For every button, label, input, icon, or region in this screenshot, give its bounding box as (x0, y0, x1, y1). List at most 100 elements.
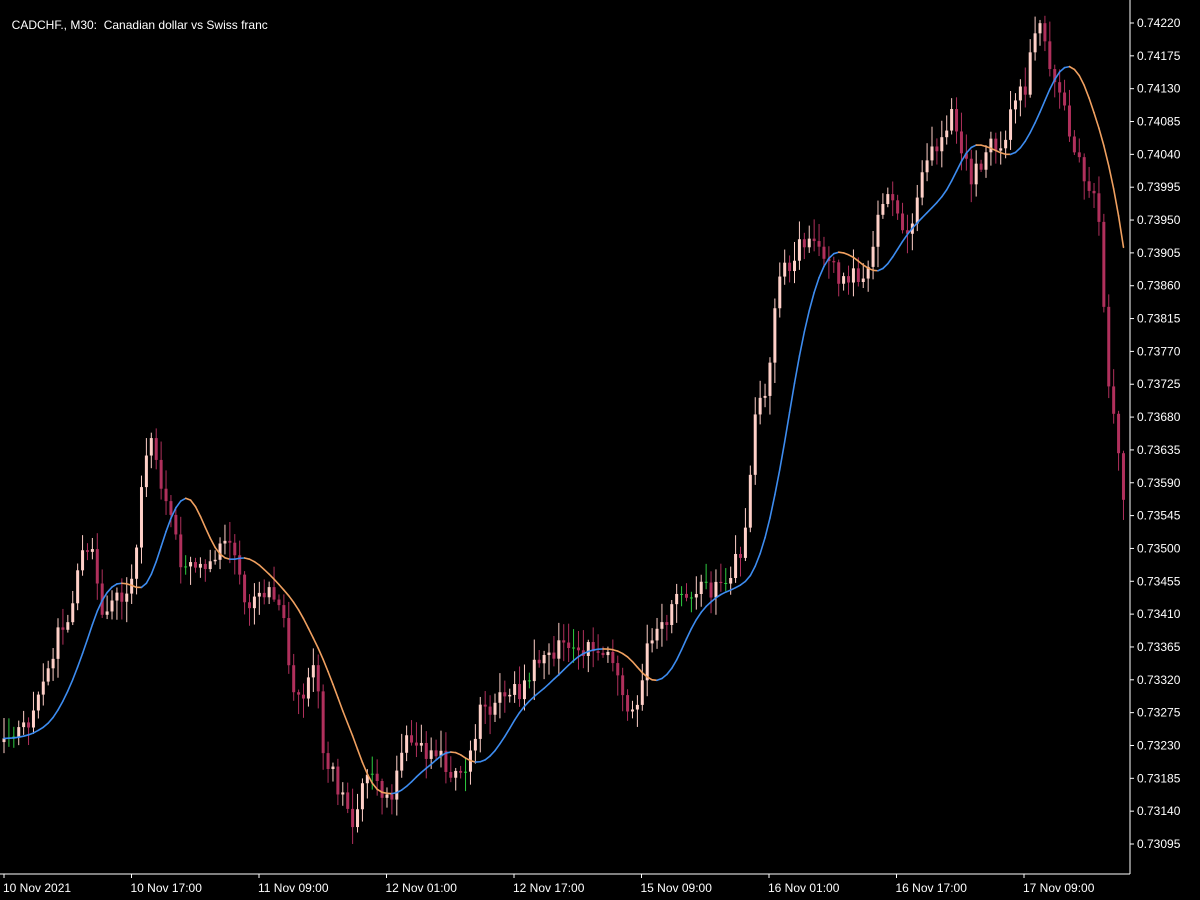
y-tick-label: 0.74220 (1137, 16, 1181, 30)
candle-body (950, 109, 954, 131)
candle-body (410, 735, 414, 743)
candle-body (871, 246, 875, 267)
candle-body (488, 706, 492, 715)
candle-body (1082, 157, 1086, 182)
candle-body (341, 792, 345, 795)
ma-segment (670, 659, 678, 670)
candle-body (267, 587, 271, 598)
price-chart[interactable]: 0.74220 0.74175 0.74130 0.74085 0.74040 0.739… (0, 0, 1200, 900)
candle-body (812, 238, 816, 242)
candle-body (179, 534, 183, 568)
candle-body (434, 750, 438, 757)
moving-average-layer (3, 65, 1125, 795)
ma-segment (71, 666, 79, 681)
y-tick-label: 0.73815 (1137, 312, 1181, 326)
candle-body (567, 642, 571, 649)
y-tick-label: 0.73140 (1137, 804, 1181, 818)
ma-segment (666, 667, 673, 676)
candle-body (734, 553, 738, 578)
candle-body (208, 561, 212, 570)
ma-segment (1107, 165, 1115, 190)
ma-segment (705, 601, 712, 608)
y-tick-label: 0.73545 (1137, 509, 1181, 523)
ma-segment (744, 574, 752, 583)
candle-body (989, 138, 993, 153)
ma-segment (76, 652, 84, 668)
candle-body (714, 581, 718, 598)
ma-segment (341, 710, 349, 725)
candle-body (478, 704, 482, 739)
candle-body (356, 809, 360, 828)
ma-segment (862, 264, 869, 269)
ma-segment (533, 691, 540, 698)
candle-body (110, 600, 114, 612)
candle-body (105, 611, 109, 615)
ma-segment (754, 552, 761, 567)
candle-body (95, 549, 99, 584)
x-tick-label: 15 Nov 09:00 (641, 881, 713, 895)
x-tick-label: 11 Nov 09:00 (258, 881, 329, 895)
ma-segment (37, 726, 45, 732)
candle-body (1038, 23, 1042, 34)
ma-segment (1098, 127, 1105, 147)
x-tick-label: 16 Nov 17:00 (896, 881, 968, 895)
candle-body (252, 596, 256, 609)
ma-segment (204, 526, 212, 539)
ma-segment (484, 755, 491, 761)
ma-segment (361, 761, 369, 775)
ma-segment (32, 729, 40, 734)
y-tick-label: 0.73725 (1137, 377, 1181, 391)
ma-segment (891, 248, 899, 258)
candle-body (1072, 136, 1076, 153)
ma-segment (454, 751, 462, 756)
ma-segment (970, 144, 977, 149)
candle-body (243, 574, 247, 603)
candle-body (66, 622, 70, 630)
candle-body (1043, 23, 1047, 42)
ma-segment (1024, 131, 1031, 142)
ma-segment (194, 505, 202, 518)
ma-segment (813, 276, 820, 294)
candle-body (71, 603, 75, 623)
y-tick-label: 0.74040 (1137, 147, 1181, 161)
ma-segment (327, 670, 334, 686)
candle-body (22, 722, 26, 728)
axes-layer: 0.74220 0.74175 0.74130 0.74085 0.74040 0.739… (0, 0, 1181, 895)
ma-segment (1083, 84, 1090, 99)
y-tick-label: 0.73275 (1137, 706, 1181, 720)
ma-segment (685, 627, 693, 640)
candle-body (606, 651, 610, 656)
candle-body (400, 752, 404, 771)
candle-body (154, 438, 158, 460)
candles-layer (2, 15, 1125, 844)
ma-segment (710, 597, 717, 603)
y-tick-label: 0.73455 (1137, 574, 1181, 588)
candle-body (655, 628, 659, 641)
y-tick-label: 0.73230 (1137, 738, 1181, 752)
ma-segment (155, 545, 162, 563)
ma-segment (62, 690, 69, 702)
candle-body (886, 194, 890, 204)
ma-segment (661, 673, 668, 680)
candle-body (684, 593, 688, 598)
candle-body (1033, 33, 1037, 53)
ma-segment (734, 584, 742, 589)
ma-segment (410, 776, 418, 783)
candle-body (802, 239, 806, 248)
ma-segment (508, 719, 516, 730)
candle-body (503, 692, 507, 697)
ma-segment (150, 560, 158, 576)
candle-body (135, 547, 139, 579)
ma-segment (882, 262, 889, 270)
ma-segment (302, 617, 310, 630)
ma-segment (494, 743, 501, 752)
ma-segment (1049, 78, 1056, 91)
candle-body (1028, 52, 1032, 95)
candle-body (562, 640, 566, 643)
candle-body (360, 783, 364, 810)
candle-body (635, 704, 639, 710)
ma-segment (675, 648, 683, 661)
ma-segment (720, 591, 727, 596)
ma-segment (312, 637, 320, 650)
candle-body (1048, 41, 1052, 70)
